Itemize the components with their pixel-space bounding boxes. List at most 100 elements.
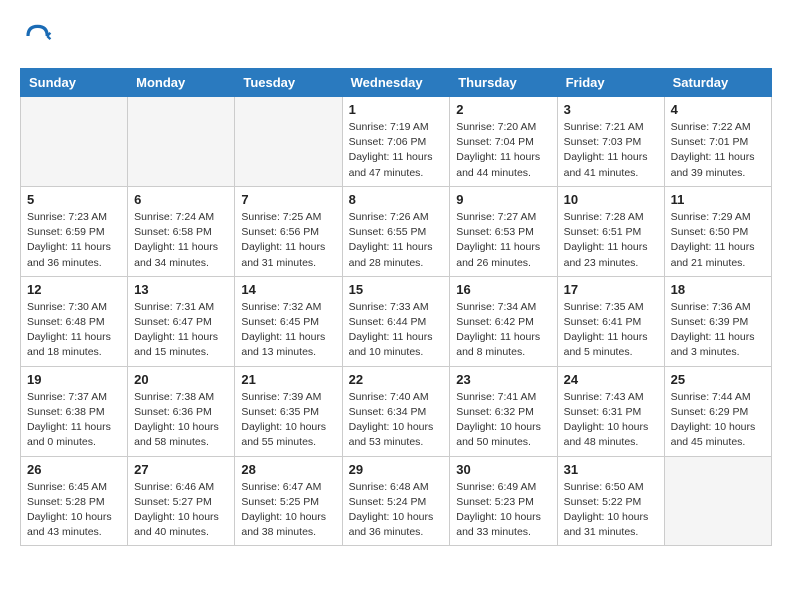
calendar-table: SundayMondayTuesdayWednesdayThursdayFrid… [20,68,772,546]
day-number: 14 [241,282,335,297]
calendar-week-row: 5 Sunrise: 7:23 AM Sunset: 6:59 PM Daylig… [21,186,772,276]
day-info: Sunrise: 7:40 AM Sunset: 6:34 PM Dayligh… [349,390,444,451]
calendar-cell: 19 Sunrise: 7:37 AM Sunset: 6:38 PM Dayli… [21,366,128,456]
calendar-cell: 1 Sunrise: 7:19 AM Sunset: 7:06 PM Daylig… [342,97,450,187]
day-info: Sunrise: 7:27 AM Sunset: 6:53 PM Dayligh… [456,210,550,271]
day-number: 12 [27,282,121,297]
day-info: Sunrise: 7:38 AM Sunset: 6:36 PM Dayligh… [134,390,228,451]
day-info: Sunrise: 6:47 AM Sunset: 5:25 PM Dayligh… [241,480,335,541]
day-info: Sunrise: 7:35 AM Sunset: 6:41 PM Dayligh… [564,300,658,361]
calendar-header-row: SundayMondayTuesdayWednesdayThursdayFrid… [21,69,772,97]
logo [20,20,56,52]
calendar-cell: 2Sunrise: 7:20 AM Sunset: 7:04 PM Daylig… [450,97,557,187]
day-info: Sunrise: 7:28 AM Sunset: 6:51 PM Dayligh… [564,210,658,271]
day-info: Sunrise: 7:36 AM Sunset: 6:39 PM Dayligh… [671,300,765,361]
calendar-cell: 15 Sunrise: 7:33 AM Sunset: 6:44 PM Dayli… [342,276,450,366]
calendar-cell: 6Sunrise: 7:24 AM Sunset: 6:58 PM Daylig… [128,186,235,276]
day-number: 21 [241,372,335,387]
day-number: 3 [564,102,658,117]
calendar-cell: 31Sunrise: 6:50 AM Sunset: 5:22 PM Dayli… [557,456,664,546]
day-info: Sunrise: 7:32 AM Sunset: 6:45 PM Dayligh… [241,300,335,361]
calendar-cell: 3 Sunrise: 7:21 AM Sunset: 7:03 PM Daylig… [557,97,664,187]
calendar-cell [128,97,235,187]
calendar-cell: 9 Sunrise: 7:27 AM Sunset: 6:53 PM Daylig… [450,186,557,276]
calendar-cell: 11 Sunrise: 7:29 AM Sunset: 6:50 PM Dayli… [664,186,771,276]
day-of-week-header: Friday [557,69,664,97]
day-number: 11 [671,192,765,207]
day-number: 18 [671,282,765,297]
calendar-cell: 8 Sunrise: 7:26 AM Sunset: 6:55 PM Daylig… [342,186,450,276]
calendar-cell: 26 Sunrise: 6:45 AM Sunset: 5:28 PM Dayli… [21,456,128,546]
day-number: 26 [27,462,121,477]
calendar-cell: 17 Sunrise: 7:35 AM Sunset: 6:41 PM Dayli… [557,276,664,366]
day-number: 9 [456,192,550,207]
day-info: Sunrise: 6:46 AM Sunset: 5:27 PM Dayligh… [134,480,228,541]
day-number: 15 [349,282,444,297]
calendar-cell: 14 Sunrise: 7:32 AM Sunset: 6:45 PM Dayli… [235,276,342,366]
calendar-cell: 25 Sunrise: 7:44 AM Sunset: 6:29 PM Dayli… [664,366,771,456]
calendar-cell: 12 Sunrise: 7:30 AM Sunset: 6:48 PM Dayli… [21,276,128,366]
day-number: 19 [27,372,121,387]
day-number: 13 [134,282,228,297]
calendar-cell: 20 Sunrise: 7:38 AM Sunset: 6:36 PM Dayli… [128,366,235,456]
day-number: 5 [27,192,121,207]
calendar-cell [21,97,128,187]
day-info: Sunrise: 7:33 AM Sunset: 6:44 PM Dayligh… [349,300,444,361]
day-number: 17 [564,282,658,297]
calendar-cell: 30Sunrise: 6:49 AM Sunset: 5:23 PM Dayli… [450,456,557,546]
day-info: Sunrise: 7:26 AM Sunset: 6:55 PM Dayligh… [349,210,444,271]
day-number: 23 [456,372,550,387]
day-number: 27 [134,462,228,477]
day-number: 7 [241,192,335,207]
calendar-cell: 16Sunrise: 7:34 AM Sunset: 6:42 PM Dayli… [450,276,557,366]
day-of-week-header: Wednesday [342,69,450,97]
day-info: Sunrise: 7:23 AM Sunset: 6:59 PM Dayligh… [27,210,121,271]
calendar-cell: 29Sunrise: 6:48 AM Sunset: 5:24 PM Dayli… [342,456,450,546]
day-number: 20 [134,372,228,387]
day-of-week-header: Saturday [664,69,771,97]
day-info: Sunrise: 7:31 AM Sunset: 6:47 PM Dayligh… [134,300,228,361]
calendar-week-row: 12 Sunrise: 7:30 AM Sunset: 6:48 PM Dayli… [21,276,772,366]
day-number: 31 [564,462,658,477]
day-info: Sunrise: 7:44 AM Sunset: 6:29 PM Dayligh… [671,390,765,451]
day-number: 22 [349,372,444,387]
day-of-week-header: Sunday [21,69,128,97]
calendar-cell: 5 Sunrise: 7:23 AM Sunset: 6:59 PM Daylig… [21,186,128,276]
calendar-cell: 7 Sunrise: 7:25 AM Sunset: 6:56 PM Daylig… [235,186,342,276]
calendar-week-row: 1 Sunrise: 7:19 AM Sunset: 7:06 PM Daylig… [21,97,772,187]
day-info: Sunrise: 7:37 AM Sunset: 6:38 PM Dayligh… [27,390,121,451]
calendar-cell: 13 Sunrise: 7:31 AM Sunset: 6:47 PM Dayli… [128,276,235,366]
day-of-week-header: Monday [128,69,235,97]
day-number: 24 [564,372,658,387]
day-info: Sunrise: 7:21 AM Sunset: 7:03 PM Dayligh… [564,120,658,181]
calendar-week-row: 19 Sunrise: 7:37 AM Sunset: 6:38 PM Dayli… [21,366,772,456]
calendar-cell: 10 Sunrise: 7:28 AM Sunset: 6:51 PM Dayli… [557,186,664,276]
calendar-cell: 24Sunrise: 7:43 AM Sunset: 6:31 PM Dayli… [557,366,664,456]
day-number: 28 [241,462,335,477]
day-of-week-header: Thursday [450,69,557,97]
calendar-week-row: 26 Sunrise: 6:45 AM Sunset: 5:28 PM Dayli… [21,456,772,546]
day-info: Sunrise: 7:39 AM Sunset: 6:35 PM Dayligh… [241,390,335,451]
day-number: 1 [349,102,444,117]
day-number: 8 [349,192,444,207]
calendar-cell: 27 Sunrise: 6:46 AM Sunset: 5:27 PM Dayli… [128,456,235,546]
page-header [20,20,772,52]
day-info: Sunrise: 7:20 AM Sunset: 7:04 PM Dayligh… [456,120,550,181]
calendar-cell [235,97,342,187]
calendar-cell: 28 Sunrise: 6:47 AM Sunset: 5:25 PM Dayli… [235,456,342,546]
day-info: Sunrise: 7:41 AM Sunset: 6:32 PM Dayligh… [456,390,550,451]
day-info: Sunrise: 7:30 AM Sunset: 6:48 PM Dayligh… [27,300,121,361]
day-number: 6 [134,192,228,207]
day-info: Sunrise: 7:19 AM Sunset: 7:06 PM Dayligh… [349,120,444,181]
day-of-week-header: Tuesday [235,69,342,97]
day-info: Sunrise: 7:25 AM Sunset: 6:56 PM Dayligh… [241,210,335,271]
day-info: Sunrise: 6:45 AM Sunset: 5:28 PM Dayligh… [27,480,121,541]
day-info: Sunrise: 7:22 AM Sunset: 7:01 PM Dayligh… [671,120,765,181]
day-info: Sunrise: 7:29 AM Sunset: 6:50 PM Dayligh… [671,210,765,271]
day-number: 25 [671,372,765,387]
day-number: 30 [456,462,550,477]
logo-icon [20,20,52,52]
day-number: 10 [564,192,658,207]
calendar-cell: 21 Sunrise: 7:39 AM Sunset: 6:35 PM Dayli… [235,366,342,456]
day-number: 29 [349,462,444,477]
